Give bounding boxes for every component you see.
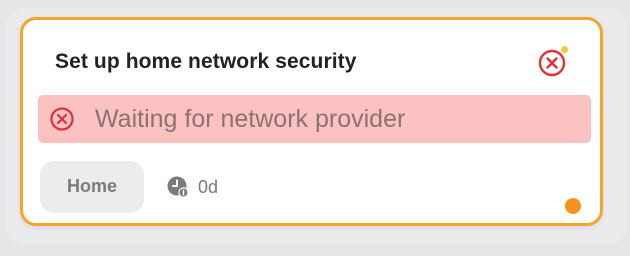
status-banner: Waiting for network provider: [38, 95, 591, 143]
status-banner-text: Waiting for network provider: [95, 105, 406, 133]
status-dot: [565, 198, 581, 214]
task-title: Set up home network security: [55, 50, 357, 73]
age-label: 0d: [198, 177, 219, 197]
category-tag-label: Home: [66, 176, 117, 196]
close-circle-icon: [50, 107, 74, 131]
clock-icon: [167, 176, 189, 198]
dismiss-button[interactable]: [536, 46, 568, 78]
notification-dot: [561, 46, 568, 53]
task-card[interactable]: Set up home network security Waiting for…: [20, 17, 603, 226]
category-tag[interactable]: Home: [40, 161, 144, 213]
